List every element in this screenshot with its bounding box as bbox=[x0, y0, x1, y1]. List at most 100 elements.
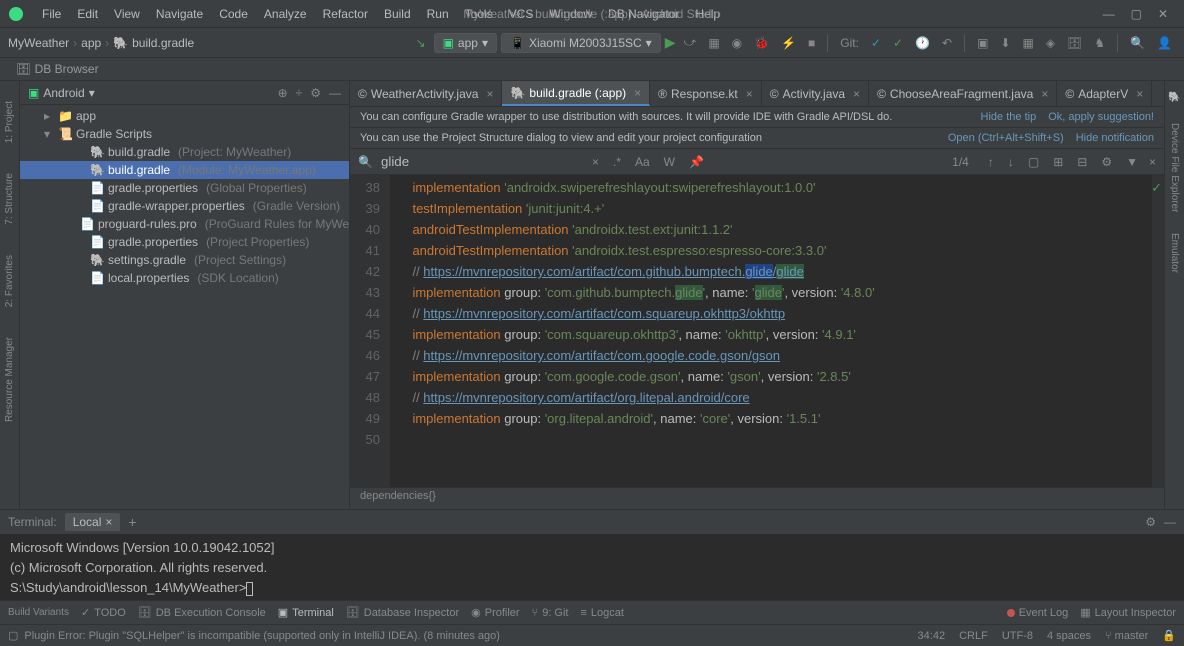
tool-project[interactable]: 1: Project bbox=[4, 101, 15, 143]
tree-item[interactable]: ▾📜Gradle Scripts bbox=[20, 125, 349, 143]
lock-icon[interactable]: 🔒 bbox=[1162, 629, 1176, 642]
close-button[interactable]: ✕ bbox=[1158, 7, 1168, 21]
sync-icon[interactable]: ↘ bbox=[412, 36, 430, 50]
target-icon[interactable]: ⊕ bbox=[278, 86, 288, 100]
project-view-dropdown[interactable]: ▣ Android ▾ bbox=[28, 86, 95, 100]
select-all-icon[interactable]: ▢ bbox=[1025, 155, 1042, 169]
db-icon[interactable]: 🗄 bbox=[1063, 36, 1086, 50]
breadcrumb-file[interactable]: build.gradle bbox=[132, 36, 194, 50]
filter-icon[interactable]: ▼ bbox=[1123, 155, 1141, 169]
open-structure-link[interactable]: Open (Ctrl+Alt+Shift+S) bbox=[948, 132, 1064, 144]
stop-icon[interactable]: ■ bbox=[804, 36, 819, 50]
user-icon[interactable]: 👤 bbox=[1153, 36, 1176, 50]
avd-icon[interactable]: ▣ bbox=[973, 36, 992, 50]
sdk-icon[interactable]: ⬇ bbox=[996, 36, 1014, 50]
profile-icon[interactable]: ◉ bbox=[728, 36, 746, 50]
assistant-icon[interactable]: ♞ bbox=[1090, 36, 1109, 50]
editor-tab[interactable]: ©WeatherActivity.java× bbox=[350, 81, 502, 106]
left-gutter-build-variants[interactable]: Build Variants bbox=[8, 607, 69, 618]
db-inspector-tab[interactable]: 🗄 Database Inspector bbox=[346, 606, 459, 619]
tree-item[interactable]: 📄gradle.properties(Project Properties) bbox=[20, 233, 349, 251]
hide-icon[interactable]: — bbox=[1164, 515, 1176, 529]
menu-run[interactable]: Run bbox=[419, 7, 457, 21]
code-breadcrumb[interactable]: dependencies{} bbox=[350, 487, 1164, 509]
terminal-body[interactable]: Microsoft Windows [Version 10.0.19042.10… bbox=[0, 534, 1184, 600]
git-tab[interactable]: ⑂ 9: Git bbox=[532, 607, 569, 619]
collapse-icon[interactable]: ÷ bbox=[296, 86, 303, 100]
next-match-icon[interactable]: ↓ bbox=[1005, 155, 1017, 169]
search-input[interactable] bbox=[381, 154, 581, 169]
gear-icon[interactable]: ⚙ bbox=[310, 86, 321, 100]
editor-tab[interactable]: ®Response.kt× bbox=[650, 81, 762, 106]
tool-structure[interactable]: 7: Structure bbox=[4, 173, 15, 225]
apply-icon[interactable]: ⚡ bbox=[777, 36, 800, 50]
tool-device-explorer[interactable]: Device File Explorer bbox=[1169, 123, 1180, 212]
layout-inspector-tab[interactable]: ▦ Layout Inspector bbox=[1080, 606, 1176, 619]
menu-analyze[interactable]: Analyze bbox=[256, 7, 315, 21]
regex-icon[interactable]: .* bbox=[610, 155, 624, 169]
close-icon[interactable]: × bbox=[1041, 87, 1048, 101]
hide-tip-link[interactable]: Hide the tip bbox=[981, 111, 1037, 123]
git-update-icon[interactable]: ✓ bbox=[867, 36, 885, 50]
db-console-tab[interactable]: 🗄 DB Execution Console bbox=[138, 606, 266, 619]
hide-icon[interactable]: — bbox=[329, 86, 341, 100]
word-icon[interactable]: W bbox=[661, 155, 678, 169]
coverage-icon[interactable]: ▦ bbox=[704, 36, 723, 50]
status-indicator-icon[interactable]: ▢ bbox=[8, 629, 18, 642]
editor-tab[interactable]: ©Activity.java× bbox=[762, 81, 869, 106]
editor-tab[interactable]: ©ChooseAreaFragment.java× bbox=[869, 81, 1057, 106]
close-icon[interactable]: × bbox=[746, 87, 753, 101]
menu-view[interactable]: View bbox=[106, 7, 148, 21]
close-icon[interactable]: × bbox=[486, 87, 493, 101]
tree-item[interactable]: 📄gradle.properties(Global Properties) bbox=[20, 179, 349, 197]
device-dropdown[interactable]: 📱 Xiaomi M2003J15SC ▾ bbox=[501, 33, 661, 53]
layout-icon[interactable]: ▦ bbox=[1019, 36, 1038, 50]
search-icon[interactable]: 🔍 bbox=[1126, 36, 1149, 50]
event-log-tab[interactable]: Event Log bbox=[1007, 606, 1069, 619]
tree-item[interactable]: 🐘settings.gradle(Project Settings) bbox=[20, 251, 349, 269]
settings-icon[interactable]: ⚙ bbox=[1098, 155, 1115, 169]
menu-file[interactable]: File bbox=[34, 7, 69, 21]
code-editor[interactable]: 38394041424344454647484950 implementatio… bbox=[350, 175, 1164, 487]
git-history-icon[interactable]: 🕐 bbox=[911, 36, 934, 50]
add-selection-icon[interactable]: ⊞ bbox=[1050, 155, 1066, 169]
close-icon[interactable]: × bbox=[634, 86, 641, 100]
git-rollback-icon[interactable]: ↶ bbox=[938, 36, 956, 50]
breadcrumb-project[interactable]: MyWeather bbox=[8, 36, 69, 50]
close-icon[interactable]: × bbox=[1136, 87, 1143, 101]
line-separator[interactable]: CRLF bbox=[959, 630, 988, 642]
menu-navigate[interactable]: Navigate bbox=[148, 7, 211, 21]
remove-selection-icon[interactable]: ⊟ bbox=[1074, 155, 1090, 169]
close-icon[interactable]: × bbox=[853, 87, 860, 101]
tree-item[interactable]: 🐘build.gradle(Module: MyWeather.app) bbox=[20, 161, 349, 179]
tree-item[interactable]: 📄proguard-rules.pro(ProGuard Rules for M… bbox=[20, 215, 349, 233]
gear-icon[interactable]: ⚙ bbox=[1145, 515, 1156, 529]
close-icon[interactable]: × bbox=[105, 515, 112, 529]
debug-icon[interactable]: ⤻ bbox=[679, 35, 700, 50]
tree-item[interactable]: 📄local.properties(SDK Location) bbox=[20, 269, 349, 287]
maximize-button[interactable]: ▢ bbox=[1131, 7, 1142, 21]
terminal-tab[interactable]: ▣ Terminal bbox=[278, 606, 334, 619]
profiler-tab[interactable]: ◉ Profiler bbox=[471, 606, 519, 619]
minimize-button[interactable]: — bbox=[1103, 7, 1115, 21]
menu-build[interactable]: Build bbox=[376, 7, 419, 21]
close-find-icon[interactable]: × bbox=[1149, 155, 1156, 169]
caret-position[interactable]: 34:42 bbox=[918, 630, 946, 642]
apply-suggestion-link[interactable]: Ok, apply suggestion! bbox=[1048, 111, 1154, 123]
git-commit-icon[interactable]: ✓ bbox=[889, 36, 907, 50]
status-message[interactable]: Plugin Error: Plugin "SQLHelper" is inco… bbox=[24, 630, 500, 642]
case-icon[interactable]: Aa bbox=[632, 155, 653, 169]
menu-edit[interactable]: Edit bbox=[69, 7, 106, 21]
tree-item[interactable]: 📄gradle-wrapper.properties(Gradle Versio… bbox=[20, 197, 349, 215]
project-tree[interactable]: ▸📁app▾📜Gradle Scripts🐘build.gradle(Proje… bbox=[20, 105, 349, 509]
inspection-ok-icon[interactable]: ✓ bbox=[1151, 177, 1162, 198]
attach-icon[interactable]: 🐞 bbox=[750, 36, 773, 50]
editor-tab[interactable]: ©AdapterV× bbox=[1057, 81, 1152, 106]
prev-match-icon[interactable]: ↑ bbox=[985, 155, 997, 169]
breadcrumb-module[interactable]: app bbox=[81, 36, 101, 50]
db-browser-tab[interactable]: 🗄 DB Browser bbox=[0, 58, 1184, 81]
run-button[interactable]: ▶ bbox=[665, 34, 676, 51]
hide-notification-link[interactable]: Hide notification bbox=[1076, 132, 1154, 144]
encoding[interactable]: UTF-8 bbox=[1002, 630, 1033, 642]
terminal-tab-local[interactable]: Local × bbox=[65, 513, 121, 531]
